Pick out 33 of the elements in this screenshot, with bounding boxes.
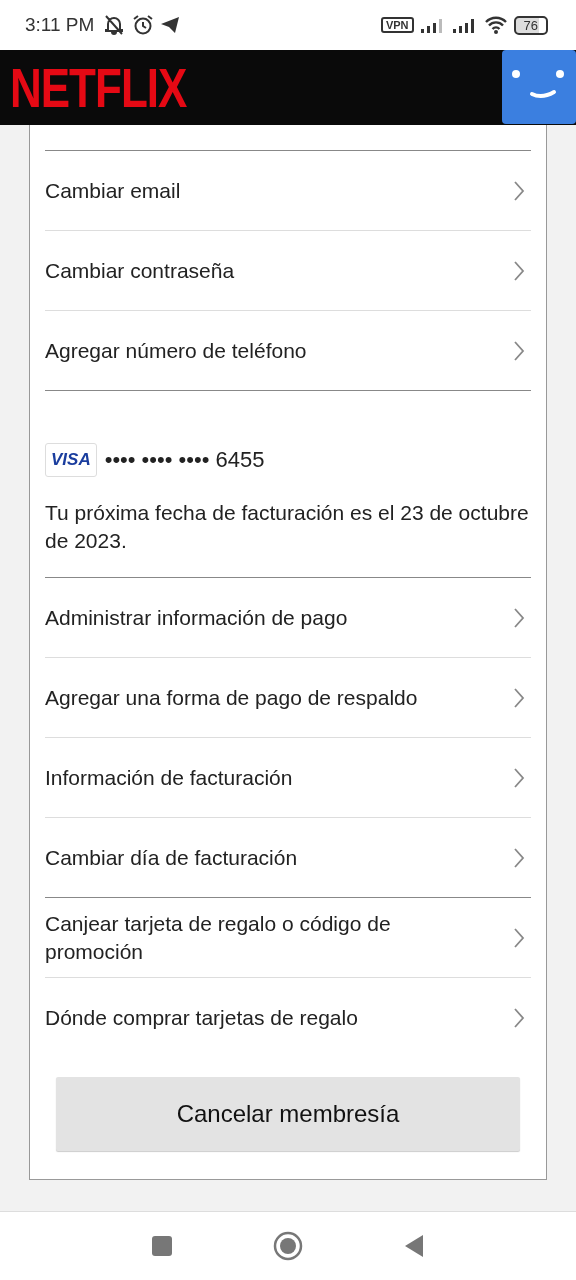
card-number: •••• •••• •••• 6455 xyxy=(104,447,265,473)
settings-link[interactable]: Agregar número de teléfono xyxy=(45,310,531,390)
chevron-icon xyxy=(513,686,525,709)
battery-indicator: 76 xyxy=(513,15,548,35)
chevron-icon xyxy=(513,846,525,869)
settings-link[interactable]: Cambiar día de facturación xyxy=(45,817,531,897)
card-brand-logo: VISA xyxy=(45,443,97,477)
settings-link[interactable]: Dónde comprar tarjetas de regalo xyxy=(45,977,531,1057)
recents-icon[interactable] xyxy=(151,1235,173,1257)
home-icon[interactable] xyxy=(273,1231,303,1261)
chevron-icon xyxy=(513,926,525,949)
status-time: 3:11 PM xyxy=(25,14,95,36)
chevron-icon xyxy=(513,606,525,629)
settings-link[interactable]: Agregar una forma de pago de respaldo xyxy=(45,657,531,737)
chevron-icon xyxy=(513,339,525,362)
chevron-icon xyxy=(513,1006,525,1029)
smiley-icon[interactable] xyxy=(502,50,576,124)
settings-link[interactable]: Canjear tarjeta de regalo o código de promoción xyxy=(45,898,531,977)
settings-link[interactable]: Información de facturación xyxy=(45,737,531,817)
settings-link[interactable]: Administrar información de pago xyxy=(45,578,531,657)
chevron-icon xyxy=(513,259,525,282)
settings-link[interactable]: Cambiar contraseña xyxy=(45,230,531,310)
netflix-logo: NETFLIX xyxy=(10,56,187,119)
chevron-icon xyxy=(513,179,525,202)
settings-link[interactable]: Cambiar email xyxy=(45,151,531,230)
chevron-icon xyxy=(513,766,525,789)
send-icon xyxy=(160,15,181,35)
cancel-membership-button[interactable]: Cancelar membresía xyxy=(56,1077,520,1151)
wifi-icon xyxy=(483,15,508,35)
alarm-icon xyxy=(132,14,155,36)
back-icon[interactable] xyxy=(403,1234,425,1258)
vpn-badge: VPN xyxy=(380,17,414,33)
billing-date-text: Tu próxima fecha de facturación es el 23 de octubre de 2023. xyxy=(45,500,530,554)
